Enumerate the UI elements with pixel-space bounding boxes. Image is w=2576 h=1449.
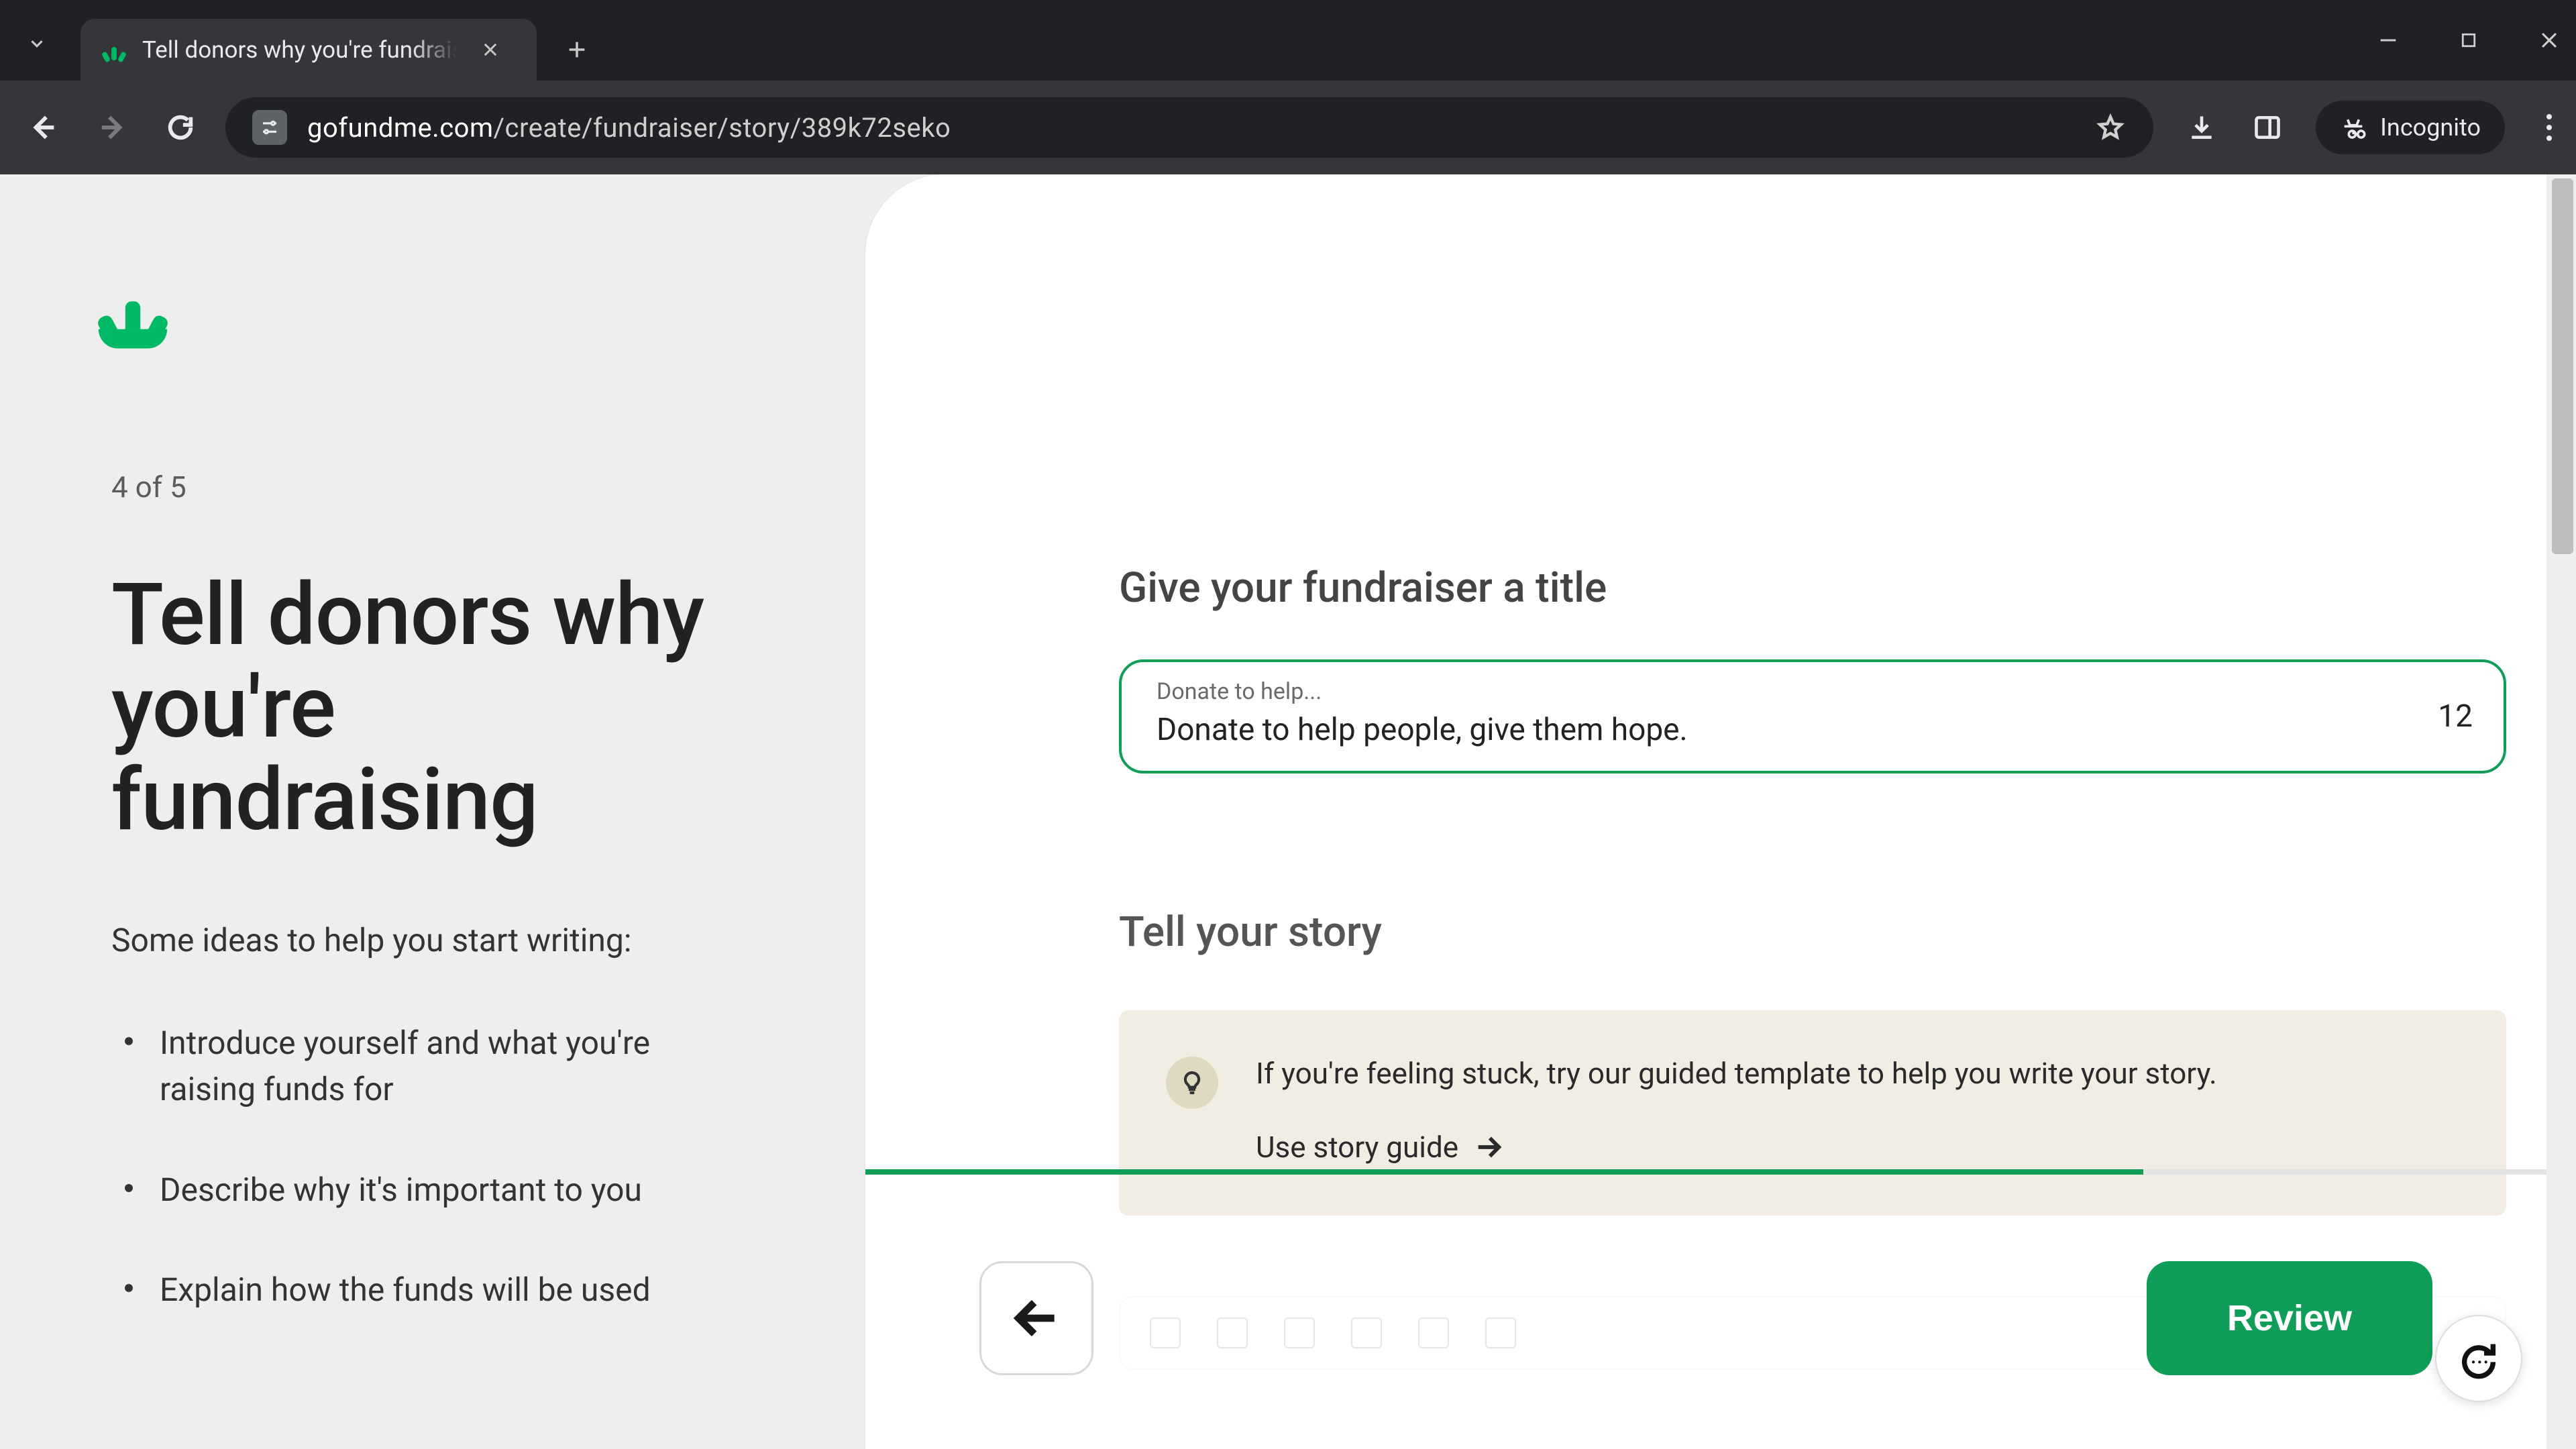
step-indicator: 4 of 5 [111,470,769,504]
address-bar-row: gofundme.com/create/fundraiser/story/389… [0,80,2576,174]
scrollbar-thumb[interactable] [2552,178,2573,554]
tune-icon [260,117,280,138]
download-icon [2187,113,2216,142]
page-heading: Tell donors why you're fundraising [111,569,769,847]
site-info-button[interactable] [252,110,287,145]
tab-strip: Tell donors why you're fundrais [0,0,2576,80]
title-char-remaining: 12 [2438,698,2473,735]
back-button[interactable] [979,1261,1093,1375]
use-story-guide-link[interactable]: Use story guide [1256,1130,1504,1172]
toolbar-icons: Incognito [2184,101,2563,154]
incognito-indicator[interactable]: Incognito [2316,101,2505,154]
chevron-down-icon [27,34,47,54]
arrow-left-icon [28,112,59,143]
callout-text: If you're feeling stuck, try our guided … [1256,1054,2217,1093]
close-icon [2538,29,2561,52]
idea-item: Introduce yourself and what you're raisi… [160,1020,710,1113]
form-footer: Review [865,1187,2546,1449]
progress-bar-fill [865,1169,2143,1175]
story-guide-callout: If you're feeling stuck, try our guided … [1119,1010,2506,1216]
tab-title: Tell donors why you're fundrais [142,36,458,64]
side-panel-icon [2253,113,2282,142]
new-tab-button[interactable] [557,30,597,70]
side-panel-button[interactable] [2250,110,2285,145]
omnibox[interactable]: gofundme.com/create/fundraiser/story/389… [225,97,2153,158]
omnibox-url: gofundme.com/create/fundraiser/story/389… [307,112,951,144]
maximize-icon [2459,30,2479,50]
gofundme-logo[interactable] [111,309,154,345]
nav-reload-button[interactable] [150,97,211,158]
title-section-heading: Give your fundraiser a title [1119,564,2506,612]
story-section-heading: Tell your story [1119,908,2506,957]
arrow-left-icon [1010,1291,1063,1345]
tab-search-dropdown[interactable] [13,20,60,67]
browser-chrome: Tell donors why you're fundrais [0,0,2576,174]
page-viewport: Give your fundraiser a title Donate to h… [0,174,2576,1449]
page-content: Give your fundraiser a title Donate to h… [0,174,2576,1449]
ideas-intro: Some ideas to help you start writing: [111,921,769,959]
lightbulb-icon [1179,1069,1205,1096]
lightbulb-badge [1166,1057,1218,1109]
browser-tab-active[interactable]: Tell donors why you're fundrais [80,19,537,80]
tab-favicon-icon [101,36,127,63]
nav-back-button[interactable] [13,97,74,158]
browser-menu-button[interactable] [2536,114,2563,141]
window-close-button[interactable] [2536,27,2563,54]
arrow-right-icon [97,112,127,143]
title-float-label: Donate to help... [1157,678,1322,705]
idea-item: Describe why it's important to you [160,1167,710,1214]
window-controls [2375,0,2563,80]
chat-refresh-icon [2457,1337,2500,1380]
help-chat-button[interactable] [2435,1315,2522,1402]
ideas-list: Introduce yourself and what you're raisi… [111,1020,769,1313]
reload-icon [165,112,196,143]
incognito-icon [2340,114,2367,141]
page-scrollbar[interactable] [2546,174,2576,1449]
bookmark-star-button[interactable] [2094,111,2127,144]
arrow-right-icon [1473,1132,1504,1163]
close-icon [481,40,500,59]
window-maximize-button[interactable] [2455,27,2482,54]
left-column: 4 of 5 Tell donors why you're fundraisin… [111,470,769,1367]
callout-body: If you're feeling stuck, try our guided … [1256,1054,2217,1172]
progress-bar [865,1169,2546,1175]
incognito-label: Incognito [2380,113,2481,142]
tab-close-button[interactable] [479,38,502,61]
story-guide-link-label: Use story guide [1256,1130,1458,1165]
minimize-icon [2377,29,2400,52]
form-card: Give your fundraiser a title Donate to h… [865,174,2546,1449]
fundraiser-title-field[interactable]: Donate to help... 12 [1119,659,2506,773]
idea-item: Explain how the funds will be used [160,1267,710,1313]
window-minimize-button[interactable] [2375,27,2402,54]
star-icon [2096,113,2125,142]
downloads-button[interactable] [2184,110,2219,145]
plus-icon [566,38,588,61]
nav-forward-button[interactable] [82,97,142,158]
fundraiser-title-input[interactable] [1157,712,2375,748]
review-button[interactable]: Review [2147,1261,2432,1375]
